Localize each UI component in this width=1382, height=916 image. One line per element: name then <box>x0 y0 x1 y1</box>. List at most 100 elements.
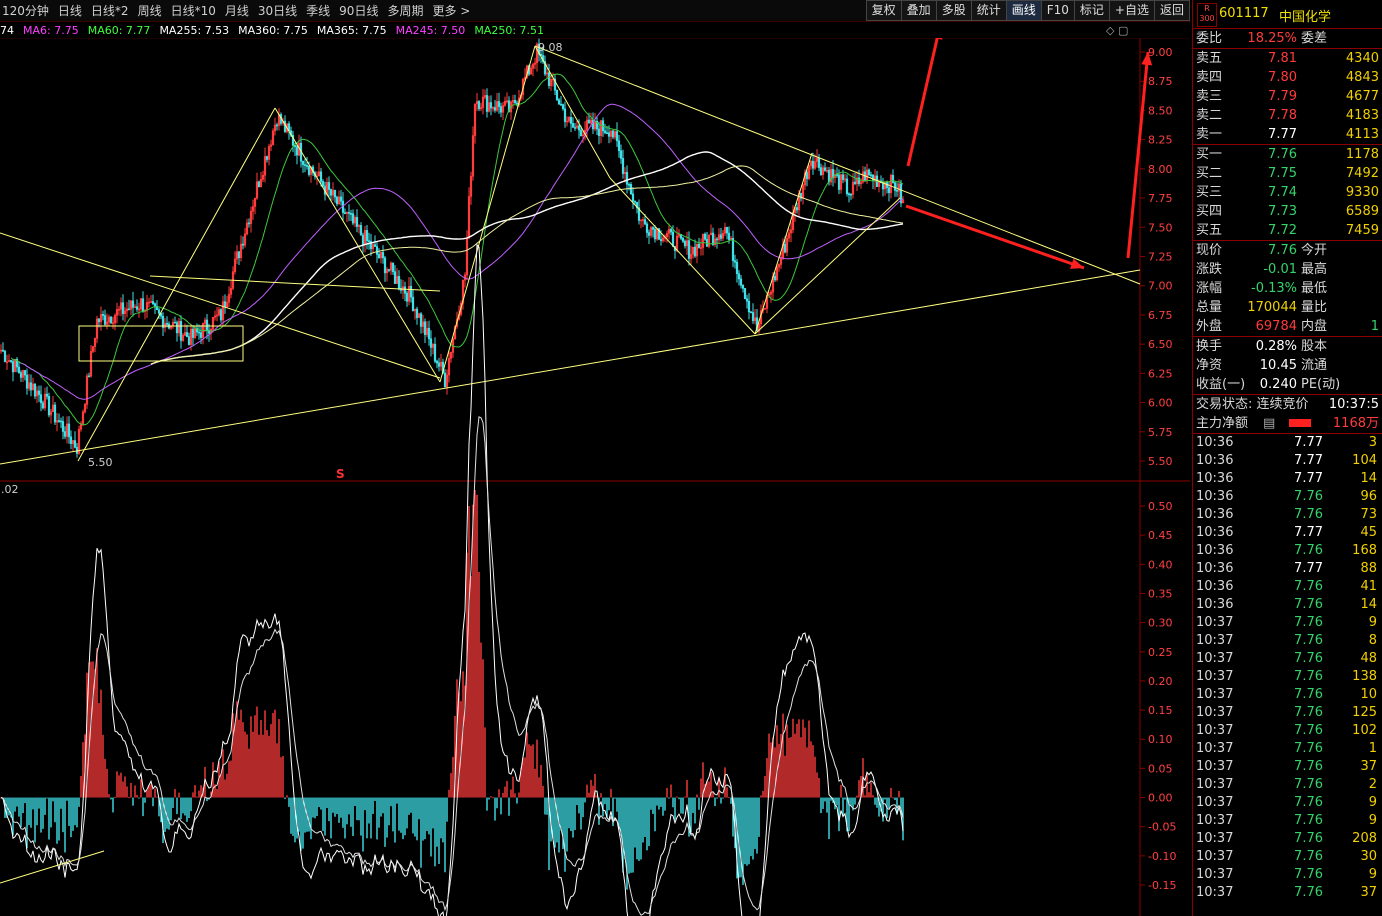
period-tab[interactable]: 日线*10 <box>171 2 216 19</box>
ask-level[interactable]: 卖二 7.78 4183 <box>1193 106 1382 125</box>
osc-bar <box>420 797 422 868</box>
osc-bar <box>326 797 328 809</box>
trend-line[interactable] <box>77 107 276 462</box>
candle-body <box>199 332 203 338</box>
kline-chart[interactable]: 9.00 8.75 8.50 8.25 8.00 7.75 7.50 7.25 7.00 6.75… <box>0 38 1190 916</box>
toolbar-button[interactable]: F10 <box>1040 0 1075 21</box>
candle-body <box>739 278 743 286</box>
osc-bar <box>398 797 400 831</box>
quote-row: 现价 7.76 今开 <box>1196 243 1328 258</box>
osc-axis-label: 0.15 <box>1148 704 1173 717</box>
osc-bar <box>632 797 634 873</box>
toolbar-button[interactable]: +自选 <box>1108 0 1155 21</box>
ask-level[interactable]: 卖四 7.80 4843 <box>1193 68 1382 87</box>
trend-line[interactable] <box>274 107 441 383</box>
osc-bar <box>682 797 684 814</box>
toolbar-button[interactable]: 统计 <box>970 0 1007 21</box>
osc-bar <box>794 733 796 798</box>
period-tab[interactable]: 日线*2 <box>91 2 129 19</box>
osc-bar <box>836 797 838 806</box>
candle-body <box>621 158 625 175</box>
osc-bar <box>614 797 616 799</box>
tick-row: 10:37 7.76 48 <box>1196 651 1377 666</box>
main-net-value: 1168万 <box>1332 416 1379 431</box>
arrow-annotation[interactable] <box>906 38 943 167</box>
ask-level[interactable]: 卖五 7.81 4340 <box>1193 49 1382 68</box>
arrow-annotation[interactable] <box>905 204 1085 270</box>
period-tab[interactable]: 周线 <box>138 2 162 19</box>
osc-bar <box>584 797 586 803</box>
candle-body <box>853 181 857 184</box>
consolidation-box[interactable] <box>78 325 244 362</box>
candle-body <box>819 167 823 176</box>
toolbar-button[interactable]: 画线 <box>1005 0 1042 21</box>
ask-level[interactable]: 卖三 7.79 4677 <box>1193 87 1382 106</box>
tick-list[interactable]: 10:36 7.77 3 10:36 7.77 104 10:36 7.77 14 10:36 7.… <box>1193 434 1382 902</box>
candle-body <box>629 184 633 195</box>
candle-body <box>733 260 737 263</box>
toolbar-button[interactable]: 多股 <box>935 0 972 21</box>
candle-body <box>151 301 155 304</box>
osc-bar <box>812 745 814 798</box>
osc-bar <box>58 797 60 841</box>
ma-legend-item: MA245: 7.50 <box>395 24 466 37</box>
osc-bar <box>172 797 174 808</box>
candle-body <box>617 140 621 152</box>
candle-body <box>633 201 637 203</box>
chart-corner-icons[interactable]: ◇ ▢ <box>1106 24 1128 37</box>
period-tab[interactable]: 季线 <box>306 2 330 19</box>
candle-body <box>693 246 697 257</box>
trend-line[interactable] <box>534 45 611 179</box>
period-tab[interactable]: 120分钟 <box>2 2 49 19</box>
osc-bar <box>442 797 444 843</box>
osc-bar <box>322 797 324 831</box>
candle-body <box>555 89 559 101</box>
trend-line[interactable] <box>0 232 441 379</box>
toolbar-button[interactable]: 标记 <box>1073 0 1110 21</box>
osc-bar <box>684 796 686 798</box>
period-tab[interactable]: 月线 <box>225 2 249 19</box>
candle-body <box>57 420 61 422</box>
osc-bar <box>198 790 200 798</box>
osc-bar <box>628 797 630 874</box>
bid-level[interactable]: 买五 7.72 7459 <box>1193 221 1382 240</box>
trend-line[interactable] <box>0 269 1141 465</box>
osc-bar <box>216 788 218 798</box>
main-net-row[interactable]: 主力净额 ▤ 1168万 <box>1193 414 1382 434</box>
price-axis-label: 5.75 <box>1148 426 1173 439</box>
toolbar-button[interactable]: 返回 <box>1153 0 1190 21</box>
osc-bar <box>588 792 590 798</box>
osc-bar <box>864 795 866 798</box>
osc-bar <box>658 797 660 810</box>
osc-bar <box>902 797 904 841</box>
osc-bar <box>766 758 768 798</box>
candle-body <box>887 187 891 194</box>
period-tab[interactable]: 90日线 <box>339 2 378 19</box>
toolbar-button[interactable]: 复权 <box>865 0 902 21</box>
stock-header: R 300 601117 中国化学 <box>1193 0 1382 29</box>
osc-bar <box>818 777 820 798</box>
trend-line[interactable] <box>534 45 1141 285</box>
osc-bar <box>590 779 592 798</box>
osc-bar <box>312 797 314 818</box>
ask-level[interactable]: 卖一 7.77 4113 <box>1193 125 1382 144</box>
bid-level[interactable]: 买四 7.73 6589 <box>1193 202 1382 221</box>
osc-bar <box>858 780 860 798</box>
bid-level[interactable]: 买三 7.74 9330 <box>1193 183 1382 202</box>
bid-level[interactable]: 买一 7.76 1178 <box>1193 145 1382 164</box>
osc-bar <box>708 781 710 798</box>
osc-bar <box>778 743 780 798</box>
candle-body <box>165 323 169 325</box>
ma-legend-item: MA250: 7.51 <box>474 24 545 37</box>
candle-body <box>477 101 481 110</box>
period-tab[interactable]: 多周期 <box>387 2 423 19</box>
osc-bar <box>566 797 568 852</box>
period-tab[interactable]: 30日线 <box>258 2 297 19</box>
candle-body <box>275 124 279 127</box>
osc-bar <box>290 797 292 834</box>
period-tab[interactable]: 更多 > <box>432 2 470 19</box>
bid-level[interactable]: 买二 7.75 7492 <box>1193 164 1382 183</box>
toolbar-button[interactable]: 叠加 <box>900 0 937 21</box>
period-tab[interactable]: 日线 <box>58 2 82 19</box>
list-icon[interactable]: ▤ <box>1263 414 1275 433</box>
